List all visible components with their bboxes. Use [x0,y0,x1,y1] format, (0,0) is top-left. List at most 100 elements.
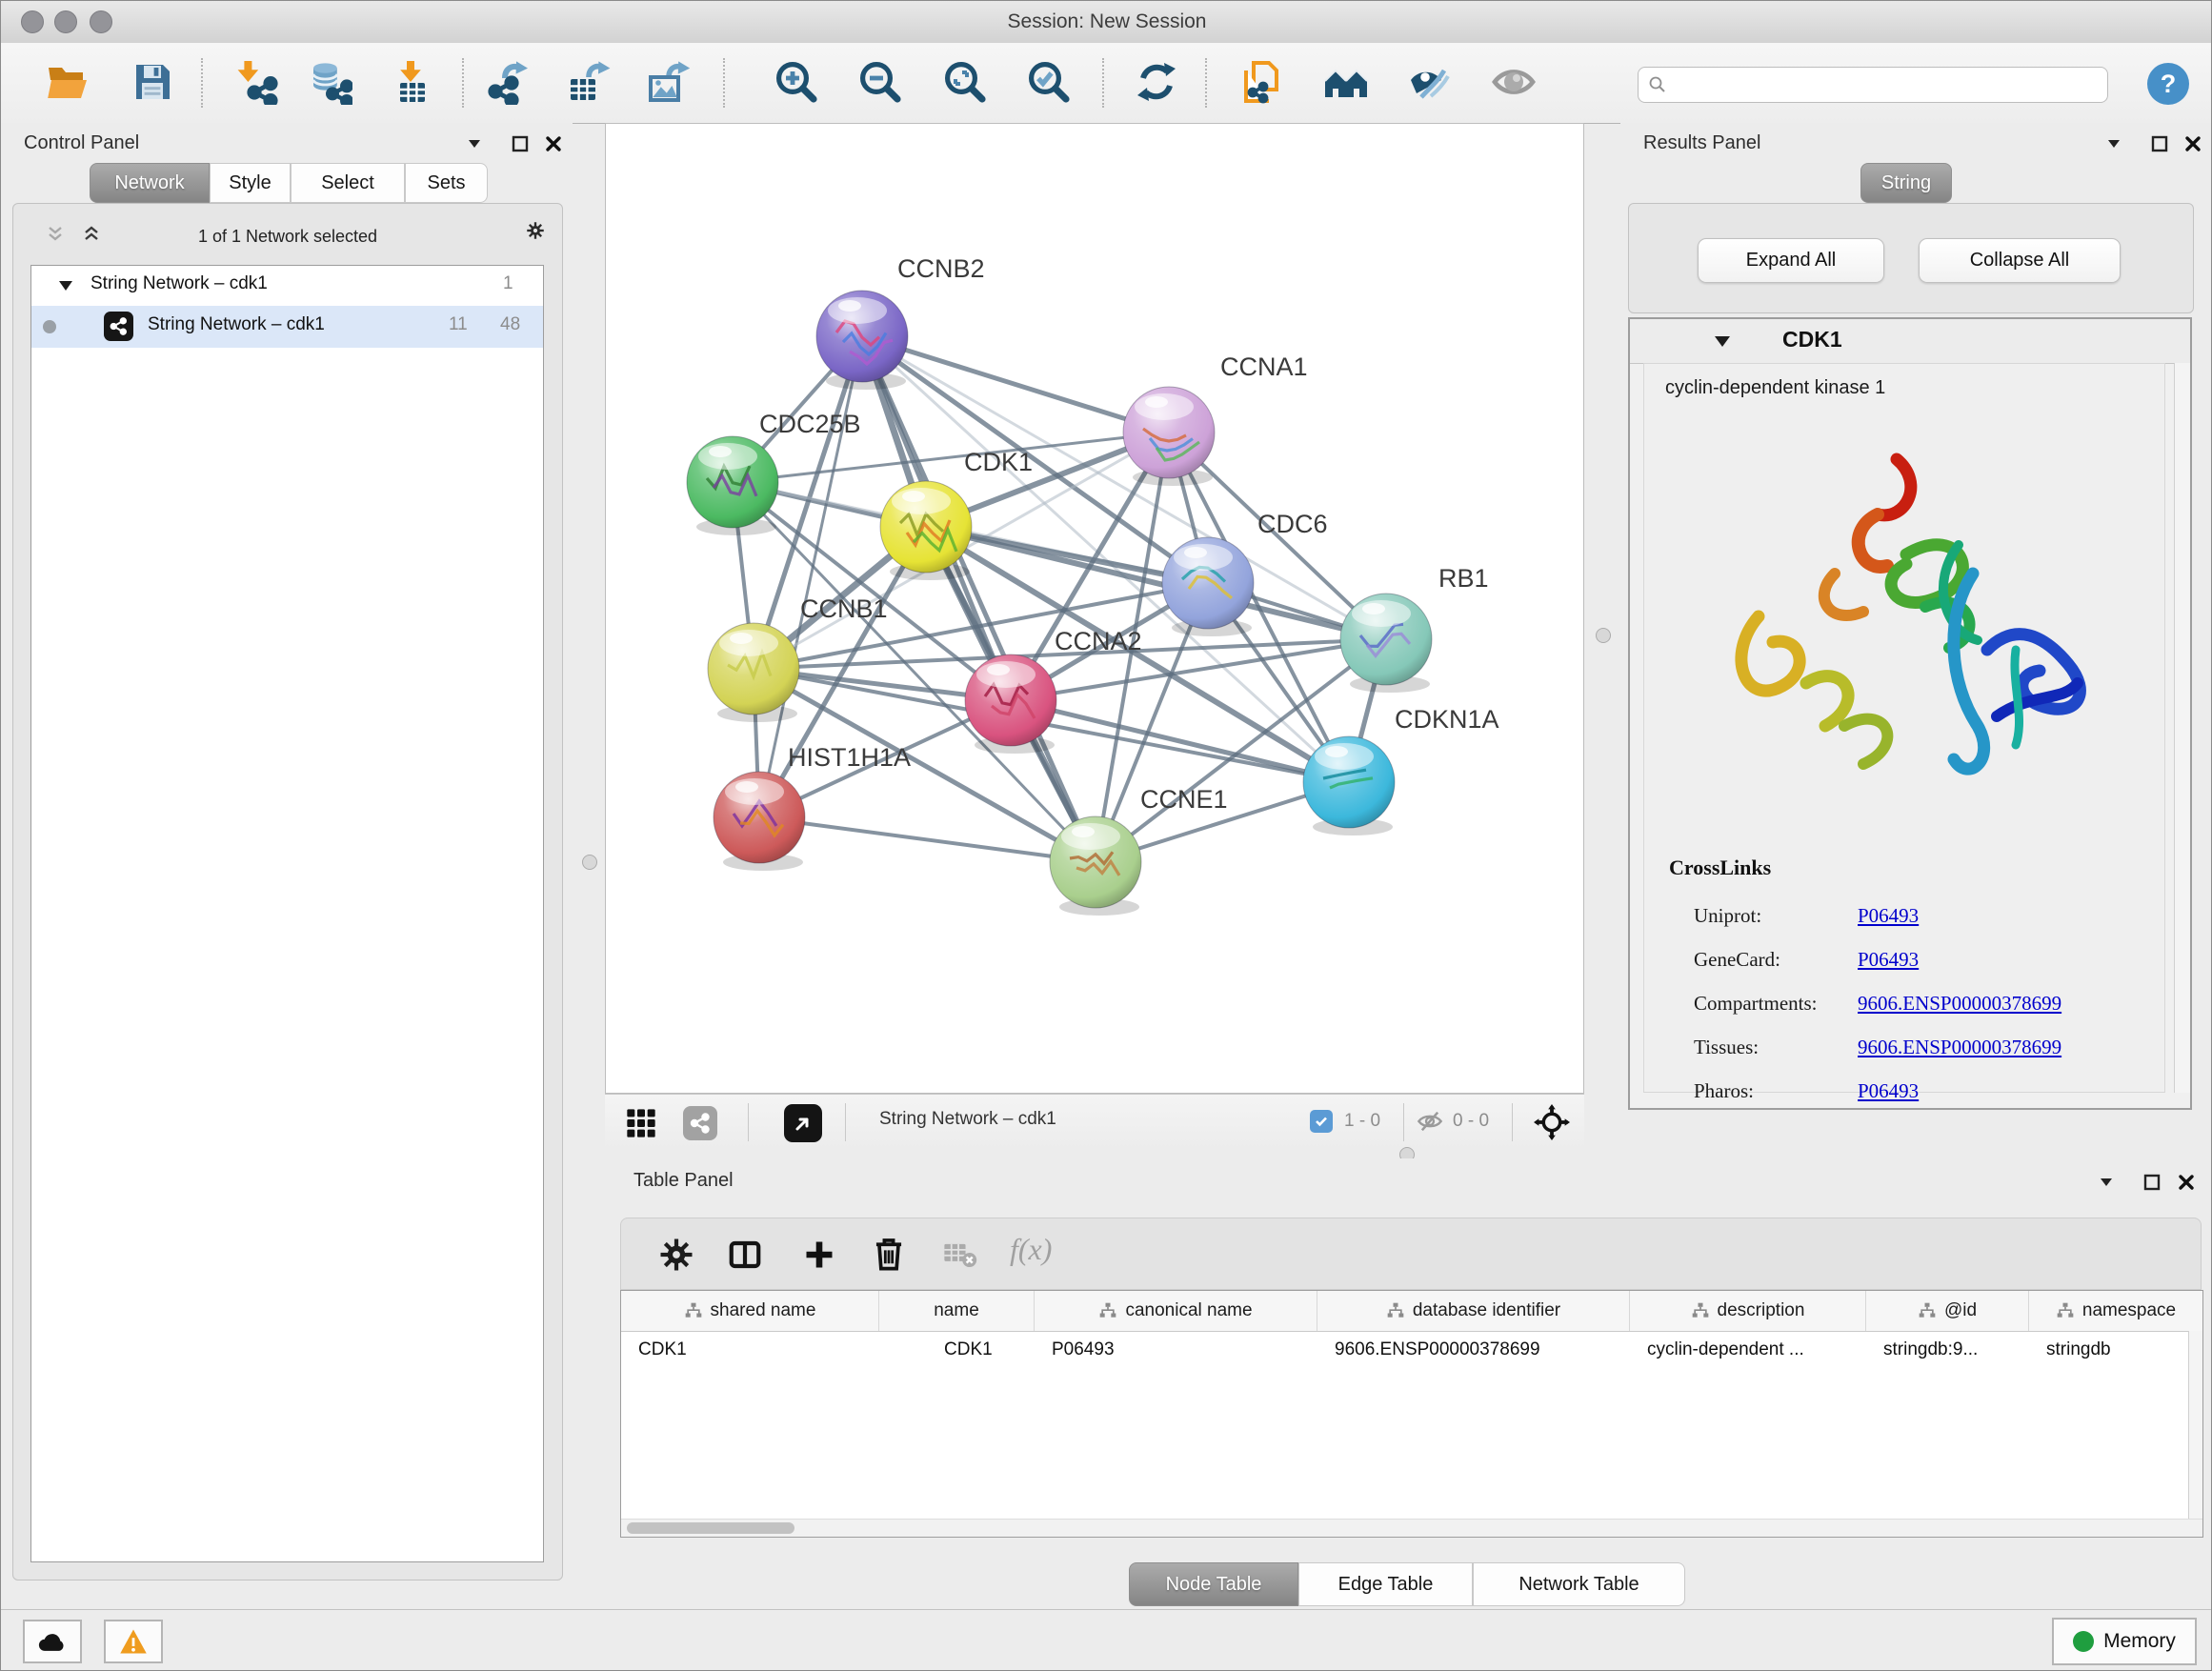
table-cell[interactable]: stringdb [2029,1332,2202,1368]
open-session-button[interactable] [41,55,94,109]
tab-sets[interactable]: Sets [405,163,488,203]
network-options-gear-icon[interactable] [526,221,553,248]
network-node-RB1[interactable] [1340,594,1432,693]
network-graph[interactable]: CCNB2CCNA1CDC25BCDK1CDC6RB1CCNB1CCNA2CDK… [606,124,1583,1093]
table-horizontal-scrollbar[interactable] [621,1519,2202,1537]
selected-nodes-checkbox-icon[interactable] [1310,1110,1333,1133]
export-network-button[interactable] [481,55,534,109]
zoom-fit-button[interactable] [938,55,992,109]
table-cell[interactable]: cyclin-dependent ... [1630,1332,1866,1368]
column-header[interactable]: @id [1866,1291,2029,1331]
table-vertical-scrollbar[interactable] [2188,1331,2202,1537]
warnings-button[interactable] [104,1620,163,1663]
collapse-all-button[interactable]: Collapse All [1919,238,2121,283]
table-cell[interactable]: stringdb:9... [1866,1332,2029,1368]
memory-status-dot [2073,1631,2094,1652]
column-header[interactable]: database identifier [1317,1291,1630,1331]
home-panels-icon[interactable] [1319,55,1373,109]
global-search-field[interactable] [1638,67,2108,103]
tab-network[interactable]: Network [90,163,210,203]
birds-eye-navigator-icon[interactable] [1534,1104,1570,1140]
crosslink-value-link[interactable]: P06493 [1858,1079,1919,1102]
zoom-in-button[interactable] [770,55,823,109]
node-card-header[interactable]: CDK1 [1630,319,2190,364]
network-canvas[interactable]: CCNB2CCNA1CDC25BCDK1CDC6RB1CCNB1CCNA2CDK… [605,123,1584,1094]
network-edge-count: 48 [500,314,520,335]
title-bar: Session: New Session [1,1,2212,44]
tab-edge-table[interactable]: Edge Table [1298,1562,1473,1606]
delete-column-trash-icon[interactable] [871,1236,907,1274]
grid-view-icon[interactable] [626,1108,656,1138]
network-node-CDC25B[interactable] [687,436,778,535]
network-node-CCNE1[interactable] [1050,816,1141,916]
zoom-out-button[interactable] [854,55,907,109]
detach-view-icon[interactable] [784,1104,822,1142]
import-network-file-button[interactable] [229,55,282,109]
close-panel-icon[interactable] [544,134,563,158]
tab-network-table[interactable]: Network Table [1473,1562,1685,1606]
search-input[interactable] [1667,74,2071,96]
results-scrollbar[interactable] [2174,363,2190,1093]
import-table-button[interactable] [384,55,437,109]
crosslink-value-link[interactable]: P06493 [1858,904,1919,927]
memory-status-button[interactable]: Memory [2052,1618,2197,1665]
help-button[interactable]: ? [2147,63,2189,105]
float-panel-icon[interactable] [2104,134,2123,158]
left-splitter-handle[interactable] [582,855,597,870]
collapse-section-icon[interactable] [1714,334,1731,349]
cloud-status-button[interactable] [23,1620,82,1663]
zoom-selected-button[interactable] [1022,55,1076,109]
column-header[interactable]: namespace [2029,1291,2202,1331]
column-header[interactable]: name [879,1291,1035,1331]
select-columns-icon[interactable] [728,1238,762,1272]
float-panel-icon[interactable] [465,134,484,158]
scrollbar-thumb[interactable] [627,1522,794,1534]
column-header[interactable]: shared name [621,1291,879,1331]
close-panel-icon[interactable] [2177,1173,2196,1197]
network-node-CDKN1A[interactable] [1303,736,1395,836]
tab-node-table[interactable]: Node Table [1129,1562,1298,1606]
tab-string[interactable]: String [1860,163,1952,203]
crosslink-row: Uniprot:P06493 [1694,894,2061,937]
network-overview-icon[interactable] [683,1106,717,1140]
string-results-toolbar: Expand All Collapse All [1628,203,2194,313]
tab-style[interactable]: Style [210,163,291,203]
table-row[interactable]: CDK1 CDK1 P06493 9606.ENSP00000378699 cy… [621,1332,2202,1368]
maximize-panel-icon[interactable] [511,134,530,158]
add-column-icon[interactable] [802,1238,836,1272]
expand-all-button[interactable]: Expand All [1698,238,1884,283]
import-network-database-button[interactable] [303,55,356,109]
maximize-panel-icon[interactable] [2150,134,2169,158]
network-node-CCNB1[interactable] [708,623,799,722]
crosslink-value-link[interactable]: 9606.ENSP00000378699 [1858,992,2061,1015]
float-panel-icon[interactable] [2097,1173,2116,1197]
network-node-CDC6[interactable] [1162,537,1254,636]
collection-expander-icon[interactable] [58,279,73,292]
refresh-button[interactable] [1130,55,1183,109]
crosslink-value-link[interactable]: P06493 [1858,948,1919,971]
table-cell[interactable]: P06493 [1035,1332,1317,1368]
export-image-button[interactable] [641,55,694,109]
column-header[interactable]: description [1630,1291,1866,1331]
close-panel-icon[interactable] [2183,134,2202,158]
save-session-button[interactable] [126,55,179,109]
collection-count: 1 [503,273,513,294]
hide-panels-eye-icon[interactable] [1403,55,1457,109]
maximize-panel-icon[interactable] [2142,1173,2162,1197]
network-row-selected[interactable]: String Network – cdk1 11 48 [31,306,543,348]
clone-network-button[interactable] [1235,55,1288,109]
collection-label: String Network – cdk1 [90,273,268,294]
table-settings-gear-icon[interactable] [659,1238,694,1272]
column-header[interactable]: canonical name [1035,1291,1317,1331]
table-cell[interactable]: 9606.ENSP00000378699 [1317,1332,1630,1368]
network-node-CCNA1[interactable] [1123,387,1215,486]
tab-select[interactable]: Select [291,163,405,203]
crosslink-value-link[interactable]: 9606.ENSP00000378699 [1858,1036,2061,1058]
network-node-HIST1H1A[interactable] [714,772,805,871]
show-eye-icon[interactable] [1487,55,1540,109]
right-splitter-handle[interactable] [1596,628,1611,643]
export-table-button[interactable] [562,55,615,109]
table-cell[interactable]: CDK1 [621,1332,879,1368]
network-collection-row[interactable]: String Network – cdk1 1 [31,266,543,306]
table-cell[interactable]: CDK1 [879,1332,1035,1368]
